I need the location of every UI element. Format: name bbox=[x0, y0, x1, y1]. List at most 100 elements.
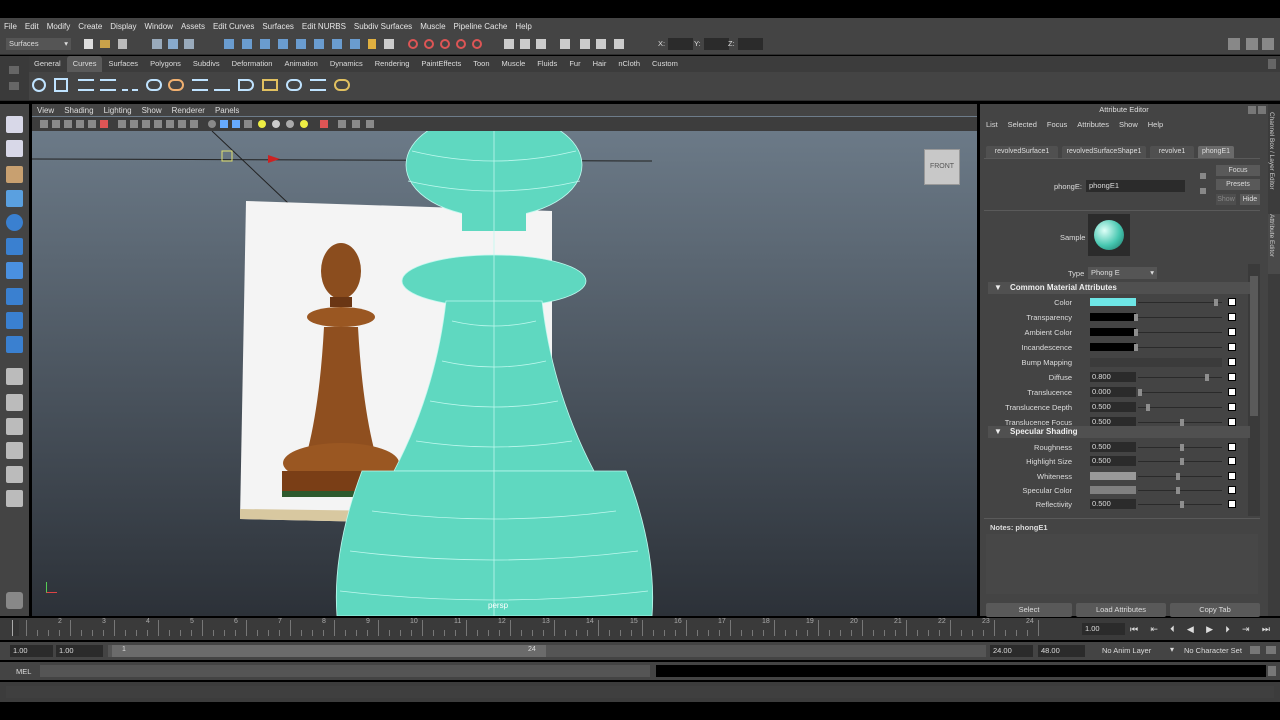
perspective-viewport[interactable]: View Shading Lighting Show Renderer Pane… bbox=[32, 104, 977, 616]
attr-slider-knob[interactable] bbox=[1176, 472, 1180, 480]
color-swatch[interactable] bbox=[1090, 328, 1136, 336]
map-button-icon[interactable] bbox=[1228, 418, 1236, 426]
paint-select-icon[interactable] bbox=[6, 166, 23, 183]
map-button-icon[interactable] bbox=[1228, 457, 1236, 466]
use-lights-icon[interactable] bbox=[258, 120, 266, 128]
copy-tab-button[interactable]: Copy Tab bbox=[1170, 603, 1260, 617]
save-scene-icon[interactable] bbox=[118, 39, 127, 49]
channel-box-tab[interactable]: Channel Box / Layer Editor bbox=[1268, 112, 1280, 212]
default-light-icon[interactable] bbox=[300, 120, 308, 128]
shelf-tab-surfaces[interactable]: Surfaces bbox=[102, 56, 144, 72]
attr-value-field[interactable]: 0.500 bbox=[1090, 402, 1136, 412]
go-to-end-icon[interactable]: ⏭ bbox=[1262, 624, 1270, 634]
playback-start-field[interactable]: 1.00 bbox=[56, 645, 103, 657]
viewport-menu-show[interactable]: Show bbox=[137, 106, 167, 115]
safe-title-icon[interactable] bbox=[166, 120, 174, 128]
anti-alias-icon[interactable] bbox=[352, 120, 360, 128]
film-gate-icon[interactable] bbox=[100, 120, 108, 128]
select-hierarchy-icon[interactable] bbox=[152, 39, 162, 49]
shelf-tab-subdivs[interactable]: Subdivs bbox=[187, 56, 226, 72]
select-output-icon[interactable] bbox=[1200, 188, 1206, 194]
persp-graph-layout-icon[interactable] bbox=[6, 466, 23, 483]
map-button-icon[interactable] bbox=[1228, 373, 1236, 381]
color-swatch[interactable] bbox=[1090, 343, 1136, 351]
lock-icon[interactable] bbox=[368, 39, 376, 49]
map-button-icon[interactable] bbox=[1228, 500, 1236, 509]
single-pane-layout-icon[interactable] bbox=[6, 368, 23, 385]
current-frame-field[interactable]: 1.00 bbox=[1082, 623, 1125, 635]
focus-button[interactable]: Focus bbox=[1216, 165, 1260, 176]
render-settings-icon[interactable] bbox=[560, 39, 570, 49]
color-swatch[interactable] bbox=[1090, 471, 1136, 480]
wireframe-on-shaded-icon[interactable] bbox=[232, 120, 240, 128]
shelf-tab-fur[interactable]: Fur bbox=[563, 56, 586, 72]
move-tool-icon[interactable] bbox=[6, 190, 23, 207]
input-icon[interactable] bbox=[596, 39, 606, 49]
shelf-tab-animation[interactable]: Animation bbox=[278, 56, 323, 72]
attr-value-field[interactable]: 0.500 bbox=[1090, 499, 1136, 510]
viewport-menu-renderer[interactable]: Renderer bbox=[167, 106, 210, 115]
arc-icon[interactable] bbox=[146, 79, 162, 91]
mask-icon[interactable] bbox=[296, 39, 306, 49]
close-icon[interactable] bbox=[366, 120, 374, 128]
shelf-list-icon[interactable] bbox=[9, 82, 19, 90]
ae-menu-help[interactable]: Help bbox=[1148, 120, 1163, 129]
attr-value-field[interactable]: 0.000 bbox=[1090, 387, 1136, 397]
tool-settings-icon[interactable] bbox=[1246, 38, 1258, 50]
snap-grid-icon[interactable] bbox=[408, 39, 418, 49]
select-component-icon[interactable] bbox=[184, 39, 194, 49]
mask-icon[interactable] bbox=[278, 39, 288, 49]
z-field[interactable] bbox=[738, 38, 763, 50]
nurbs-circle-icon[interactable] bbox=[32, 78, 46, 92]
animation-start-field[interactable]: 1.00 bbox=[10, 645, 53, 657]
last-tool-icon[interactable] bbox=[6, 336, 23, 353]
ae-menu-focus[interactable]: Focus bbox=[1047, 120, 1067, 129]
camera-attributes-icon[interactable] bbox=[52, 120, 60, 128]
common-material-section[interactable]: ▼ Common Material Attributes bbox=[988, 282, 1250, 294]
snap-curve-icon[interactable] bbox=[424, 39, 434, 49]
menu-item[interactable]: Edit Curves bbox=[209, 22, 258, 31]
insert-knot-icon[interactable] bbox=[238, 79, 254, 91]
material-sample-swatch[interactable] bbox=[1088, 214, 1130, 256]
shelf-tab-polygons[interactable]: Polygons bbox=[144, 56, 187, 72]
shelf-tab-ncloth[interactable]: nCloth bbox=[612, 56, 646, 72]
menu-item[interactable]: Muscle bbox=[416, 22, 449, 31]
hud-icon[interactable] bbox=[320, 120, 328, 128]
shelf-tab-rendering[interactable]: Rendering bbox=[369, 56, 416, 72]
select-input-icon[interactable] bbox=[1200, 173, 1206, 179]
tab-phonge1[interactable]: phongE1 bbox=[1198, 146, 1234, 158]
step-forward-key-icon[interactable]: ⇥ bbox=[1242, 624, 1250, 634]
render-icon[interactable] bbox=[520, 39, 530, 49]
time-slider[interactable]: 123456789101112131415161718192021222324 … bbox=[0, 618, 1280, 640]
mask-icon[interactable] bbox=[224, 39, 234, 49]
reverse-curve-icon[interactable] bbox=[310, 79, 326, 91]
menu-item[interactable]: Create bbox=[74, 22, 106, 31]
safe-action-icon[interactable] bbox=[154, 120, 162, 128]
attr-slider-knob[interactable] bbox=[1138, 389, 1142, 396]
attribute-editor-tab[interactable]: Attribute Editor bbox=[1268, 214, 1280, 274]
close-icon[interactable] bbox=[1258, 106, 1266, 114]
command-input[interactable] bbox=[40, 665, 650, 677]
play-forward-icon[interactable]: ▶ bbox=[1206, 624, 1213, 634]
step-back-key-icon[interactable]: ⇤ bbox=[1150, 624, 1158, 634]
channel-box-toggle-icon[interactable] bbox=[1228, 38, 1240, 50]
map-button-icon[interactable] bbox=[1228, 388, 1236, 396]
transform-icon[interactable] bbox=[614, 39, 624, 49]
mask-icon[interactable] bbox=[314, 39, 324, 49]
shelf-scroll-icon[interactable] bbox=[1268, 59, 1276, 69]
textured-icon[interactable] bbox=[244, 120, 252, 128]
shelf-tab-muscle[interactable]: Muscle bbox=[496, 56, 532, 72]
map-button-icon[interactable] bbox=[1228, 298, 1236, 306]
attr-slider-track[interactable] bbox=[1138, 317, 1222, 318]
viewport-menu-lighting[interactable]: Lighting bbox=[99, 106, 137, 115]
persp-outliner-layout-icon[interactable] bbox=[6, 442, 23, 459]
shadows-icon[interactable] bbox=[272, 120, 280, 128]
resolution-gate-icon[interactable] bbox=[118, 120, 126, 128]
preferences-icon[interactable] bbox=[1266, 646, 1276, 654]
map-button-icon[interactable] bbox=[1228, 313, 1236, 321]
attr-slider-track[interactable] bbox=[1138, 475, 1222, 477]
menu-item[interactable]: Edit NURBS bbox=[298, 22, 350, 31]
mask-icon[interactable] bbox=[242, 39, 252, 49]
shelf-tab-toon[interactable]: Toon bbox=[467, 56, 495, 72]
menu-item[interactable]: Pipeline Cache bbox=[450, 22, 512, 31]
